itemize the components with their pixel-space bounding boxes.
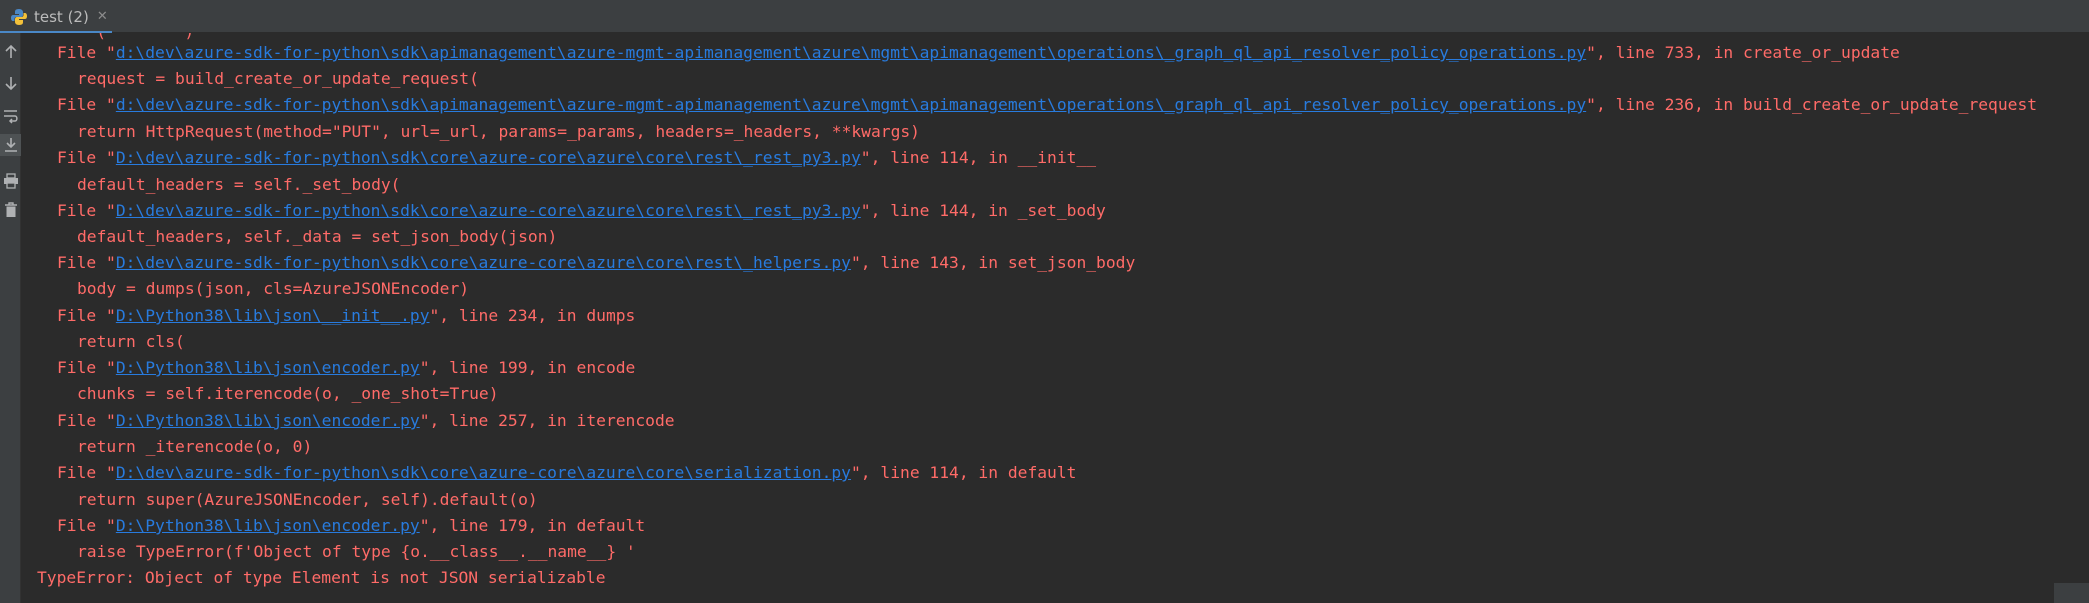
- traceback-code-line: return super(AzureJSONEncoder, self).def…: [77, 490, 538, 509]
- traceback-file-line: File "D:\dev\azure-sdk-for-python\sdk\co…: [57, 250, 1135, 276]
- file-link[interactable]: D:\dev\azure-sdk-for-python\sdk\core\azu…: [116, 148, 861, 167]
- traceback-file-line: File "D:\Python38\lib\json\__init__.py",…: [57, 303, 635, 329]
- file-prefix: File ": [57, 201, 116, 220]
- file-suffix: ", line 114, in default: [851, 463, 1077, 482]
- file-suffix: ", line 114, in __init__: [860, 148, 1097, 167]
- file-link[interactable]: D:\dev\azure-sdk-for-python\sdk\core\azu…: [116, 201, 861, 220]
- traceback-code-line: chunks = self.iterencode(o, _one_shot=Tr…: [77, 384, 499, 403]
- file-link[interactable]: D:\dev\azure-sdk-for-python\sdk\core\azu…: [116, 463, 851, 482]
- traceback-code-line: default_headers = self._set_body(: [77, 175, 401, 194]
- traceback-code-line: body = dumps(json, cls=AzureJSONEncoder): [77, 279, 470, 298]
- tab-test-2[interactable]: test (2) ✕: [0, 0, 112, 34]
- soft-wrap-icon[interactable]: [0, 105, 21, 127]
- file-link[interactable]: D:\Python38\lib\json\encoder.py: [116, 411, 420, 430]
- file-link[interactable]: d:\dev\azure-sdk-for-python\sdk\apimanag…: [116, 43, 1586, 62]
- file-link[interactable]: D:\Python38\lib\json\encoder.py: [116, 358, 420, 377]
- traceback-code-line: request = build_create_or_update_request…: [77, 69, 479, 88]
- traceback-file-line: File "D:\Python38\lib\json\encoder.py", …: [57, 513, 645, 539]
- scrollbar-corner: [2054, 583, 2089, 603]
- traceback-file-line: File "D:\dev\azure-sdk-for-python\sdk\co…: [57, 460, 1076, 486]
- file-prefix: File ": [57, 306, 116, 325]
- traceback-file-line: File "D:\dev\azure-sdk-for-python\sdk\co…: [57, 198, 1106, 224]
- traceback-code-line: return cls(: [77, 332, 185, 351]
- file-suffix: ", line 257, in iterencode: [419, 411, 675, 430]
- console-toolbar: [0, 33, 21, 603]
- file-link[interactable]: D:\Python38\lib\json\encoder.py: [116, 516, 420, 535]
- file-suffix: ", line 234, in dumps: [429, 306, 636, 325]
- file-suffix: ", line 733, in create_or_update: [1586, 43, 1900, 62]
- trash-icon[interactable]: [0, 199, 21, 221]
- file-link[interactable]: d:\dev\azure-sdk-for-python\sdk\apimanag…: [116, 95, 1586, 114]
- file-suffix: ", line 143, in set_json_body: [851, 253, 1136, 272]
- file-suffix: ", line 236, in build_create_or_update_r…: [1586, 95, 2038, 114]
- traceback-file-line: File "D:\dev\azure-sdk-for-python\sdk\co…: [57, 145, 1096, 171]
- file-prefix: File ": [57, 463, 116, 482]
- scroll-to-end-icon[interactable]: [0, 134, 21, 156]
- file-prefix: File ": [57, 43, 116, 62]
- traceback-code-line: return HttpRequest(method="PUT", url=_ur…: [77, 122, 920, 141]
- file-prefix: File ": [57, 253, 116, 272]
- tab-label: test (2): [34, 7, 89, 26]
- traceback-code-line: return _iterencode(o, 0): [77, 437, 313, 456]
- file-prefix: File ": [57, 95, 116, 114]
- traceback-code-line: default_headers, self._data = set_json_b…: [77, 227, 558, 246]
- file-suffix: ", line 179, in default: [419, 516, 646, 535]
- file-suffix: ", line 144, in _set_body: [860, 201, 1106, 220]
- file-link[interactable]: D:\dev\azure-sdk-for-python\sdk\core\azu…: [116, 253, 851, 272]
- file-prefix: File ": [57, 148, 116, 167]
- python-icon: [10, 8, 28, 26]
- error-message: TypeError: Object of type Element is not…: [37, 568, 606, 587]
- down-arrow-icon[interactable]: [0, 72, 21, 94]
- file-link[interactable]: D:\Python38\lib\json\__init__.py: [116, 306, 430, 325]
- traceback-file-line: File "D:\Python38\lib\json\encoder.py", …: [57, 408, 675, 434]
- traceback-code-line: raise TypeError(f'Object of type {o.__cl…: [77, 542, 636, 561]
- close-icon[interactable]: ✕: [97, 9, 108, 24]
- file-prefix: File ": [57, 516, 116, 535]
- file-prefix: File ": [57, 411, 116, 430]
- console-output[interactable]: ( ) File "d:\dev\azure-sdk-for-python\sd…: [21, 33, 2089, 603]
- print-icon[interactable]: [0, 170, 21, 192]
- traceback-file-line: File "d:\dev\azure-sdk-for-python\sdk\ap…: [57, 92, 2037, 118]
- up-arrow-icon[interactable]: [0, 41, 21, 63]
- tool-window-tabbar: test (2) ✕: [0, 0, 2089, 34]
- file-suffix: ", line 199, in encode: [419, 358, 636, 377]
- traceback-file-line: File "d:\dev\azure-sdk-for-python\sdk\ap…: [57, 40, 1900, 66]
- traceback-file-line: File "D:\Python38\lib\json\encoder.py", …: [57, 355, 635, 381]
- file-prefix: File ": [57, 358, 116, 377]
